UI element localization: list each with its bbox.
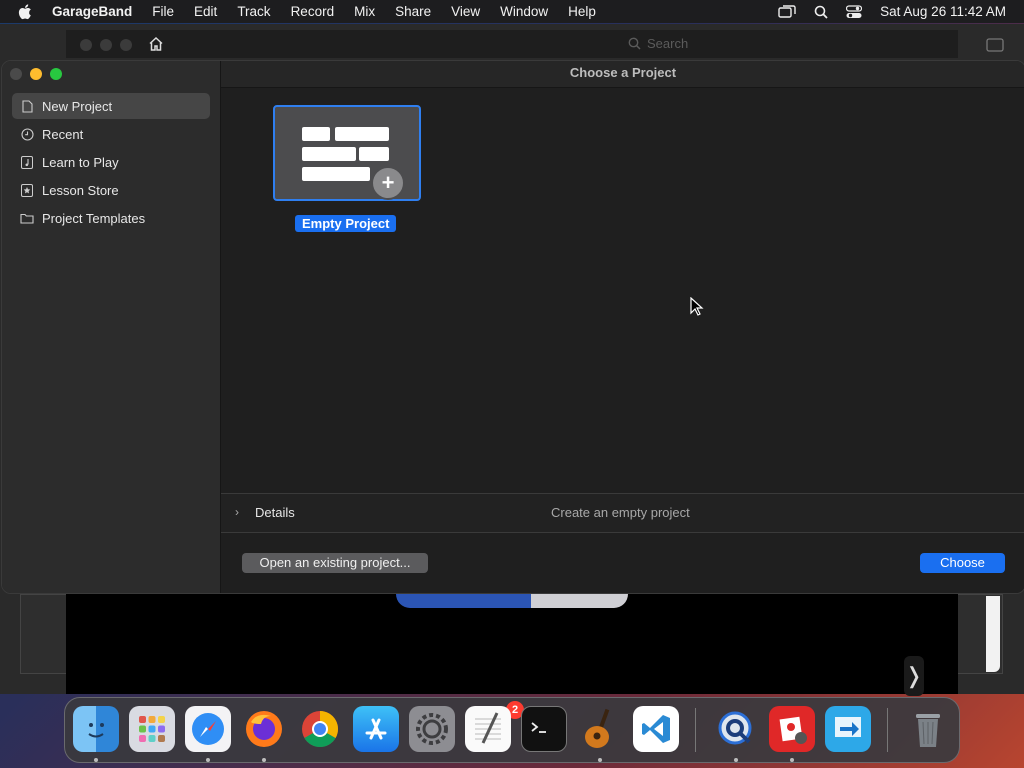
background-close-button[interactable] bbox=[80, 39, 92, 51]
menu-view[interactable]: View bbox=[441, 4, 490, 19]
tile-block bbox=[302, 127, 330, 141]
sidebar-item-recent[interactable]: Recent bbox=[12, 121, 210, 147]
trash-icon[interactable] bbox=[905, 706, 951, 752]
details-bar: › Details Create an empty project bbox=[221, 493, 1024, 533]
dock-separator bbox=[887, 708, 888, 752]
menu-app-name[interactable]: GarageBand bbox=[52, 4, 142, 19]
photo-booth-icon[interactable] bbox=[769, 706, 815, 752]
terminal-icon[interactable] bbox=[521, 706, 567, 752]
vscode-icon[interactable] bbox=[633, 706, 679, 752]
menu-record[interactable]: Record bbox=[281, 4, 345, 19]
textedit-icon[interactable] bbox=[465, 706, 511, 752]
next-chevron-icon[interactable]: ❭ bbox=[904, 656, 924, 696]
window-controls bbox=[10, 68, 62, 80]
sidebar-item-label: Lesson Store bbox=[42, 182, 119, 198]
background-search-placeholder: Search bbox=[647, 36, 689, 51]
zoom-button[interactable] bbox=[50, 68, 62, 80]
background-zoom-button[interactable] bbox=[120, 39, 132, 51]
sidebar-item-lesson-store[interactable]: Lesson Store bbox=[12, 177, 210, 203]
safari-icon[interactable] bbox=[185, 706, 231, 752]
sidebar-item-new-project[interactable]: New Project bbox=[12, 93, 210, 119]
background-search-field[interactable]: Search bbox=[628, 36, 688, 51]
control-center-icon[interactable] bbox=[846, 4, 863, 19]
apple-menu-icon[interactable] bbox=[18, 3, 38, 20]
empty-project-tile[interactable]: + bbox=[273, 105, 421, 201]
firefox-icon[interactable] bbox=[241, 706, 287, 752]
menu-mix[interactable]: Mix bbox=[344, 4, 385, 19]
music-note-icon bbox=[20, 155, 34, 169]
menu-share[interactable]: Share bbox=[385, 4, 441, 19]
dock: 2 bbox=[64, 697, 960, 763]
choose-project-window: New Project Recent Learn to Play Lesson … bbox=[1, 60, 1024, 594]
running-indicator bbox=[734, 758, 738, 762]
sidebar-item-project-templates[interactable]: Project Templates bbox=[12, 205, 210, 231]
document-icon bbox=[20, 99, 34, 113]
disclosure-chevron-icon[interactable]: › bbox=[235, 505, 239, 519]
finder-icon[interactable] bbox=[73, 706, 119, 752]
app-store-icon[interactable] bbox=[353, 706, 399, 752]
background-window-toolbar bbox=[66, 30, 958, 58]
empty-project-label[interactable]: Empty Project bbox=[295, 215, 397, 232]
background-left-panel bbox=[20, 594, 67, 674]
screen-mirroring-icon[interactable] bbox=[778, 4, 796, 19]
system-settings-icon[interactable] bbox=[409, 706, 455, 752]
migration-assistant-icon[interactable] bbox=[825, 706, 871, 752]
window-title: Choose a Project bbox=[221, 61, 1024, 88]
chrome-icon[interactable] bbox=[297, 706, 343, 752]
tile-block bbox=[335, 127, 389, 141]
details-toggle[interactable]: Details bbox=[255, 505, 295, 520]
sidebar-item-label: New Project bbox=[42, 98, 113, 114]
launchpad-icon[interactable] bbox=[129, 706, 175, 752]
menu-file[interactable]: File bbox=[142, 4, 184, 19]
tile-block bbox=[302, 147, 356, 161]
project-description: Create an empty project bbox=[551, 505, 690, 520]
mouse-cursor-icon bbox=[690, 296, 704, 322]
menu-edit[interactable]: Edit bbox=[184, 4, 227, 19]
tile-block bbox=[302, 167, 370, 181]
dock-separator bbox=[695, 708, 696, 752]
sidebar-item-label: Recent bbox=[42, 126, 84, 142]
running-indicator bbox=[598, 758, 602, 762]
home-icon[interactable] bbox=[148, 36, 164, 56]
sidebar: New Project Recent Learn to Play Lesson … bbox=[2, 61, 221, 593]
menu-bar: GarageBand File Edit Track Record Mix Sh… bbox=[0, 0, 1024, 23]
spotlight-search-icon[interactable] bbox=[814, 5, 828, 19]
running-indicator bbox=[206, 758, 210, 762]
plus-icon: + bbox=[371, 166, 405, 200]
sidebar-toggle-icon[interactable] bbox=[986, 38, 1004, 57]
running-indicator bbox=[94, 758, 98, 762]
background-content bbox=[66, 594, 958, 694]
menu-help[interactable]: Help bbox=[558, 4, 606, 19]
open-existing-project-button[interactable]: Open an existing project... bbox=[242, 553, 428, 573]
project-chooser-content: Choose a Project + Empty Project › Detai… bbox=[221, 61, 1024, 593]
sidebar-item-label: Learn to Play bbox=[42, 154, 119, 170]
close-button[interactable] bbox=[10, 68, 22, 80]
running-indicator bbox=[790, 758, 794, 762]
sidebar-item-learn-to-play[interactable]: Learn to Play bbox=[12, 149, 210, 175]
background-right-edge bbox=[986, 596, 1000, 672]
menu-clock[interactable]: Sat Aug 26 11:42 AM bbox=[880, 4, 1006, 19]
menu-window[interactable]: Window bbox=[490, 4, 558, 19]
choose-button[interactable]: Choose bbox=[920, 553, 1005, 573]
sidebar-list: New Project Recent Learn to Play Lesson … bbox=[12, 93, 210, 233]
menu-track[interactable]: Track bbox=[227, 4, 280, 19]
sidebar-item-label: Project Templates bbox=[42, 210, 146, 226]
search-icon bbox=[628, 37, 641, 50]
background-minimize-button[interactable] bbox=[100, 39, 112, 51]
tile-block bbox=[359, 147, 389, 161]
minimize-button[interactable] bbox=[30, 68, 42, 80]
star-icon bbox=[20, 183, 34, 197]
folder-icon bbox=[20, 211, 34, 225]
background-graphic bbox=[396, 594, 628, 608]
quicktime-icon[interactable] bbox=[713, 706, 759, 752]
clock-icon bbox=[20, 127, 34, 141]
garageband-icon[interactable] bbox=[577, 706, 623, 752]
running-indicator bbox=[262, 758, 266, 762]
